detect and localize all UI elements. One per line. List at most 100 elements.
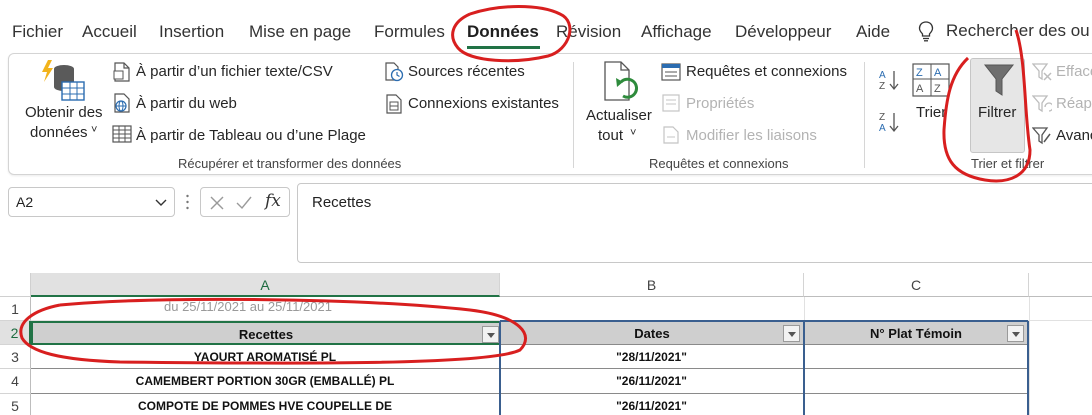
clear-filter-button[interactable]: Efface [1056, 63, 1092, 80]
refresh-all-label-2[interactable]: tout [598, 127, 623, 144]
advanced-filter-button[interactable]: Avanc [1056, 127, 1092, 144]
cell-date[interactable]: "26/11/2021" [500, 369, 804, 394]
table-range-icon [112, 125, 132, 143]
group-label-queries: Requêtes et connexions [649, 156, 789, 171]
row-header-1[interactable]: 1 [0, 297, 31, 321]
tab-developpeur[interactable]: Développeur [735, 22, 831, 42]
group-label-get-transform: Récupérer et transformer des données [178, 156, 402, 171]
header-dates[interactable]: Dates [500, 321, 804, 345]
formula-controls: fx [200, 187, 290, 217]
svg-text:Z: Z [934, 83, 941, 95]
row-header-3[interactable]: 3 [0, 345, 31, 369]
sort-a-to-z-icon[interactable]: A Z [878, 68, 900, 92]
tab-accueil[interactable]: Accueil [82, 22, 137, 42]
cell-recette[interactable]: YAOURT AROMATISÉ PL [31, 345, 500, 369]
properties-icon [662, 94, 680, 112]
column-header-c[interactable]: C [804, 273, 1029, 297]
table-border [499, 321, 501, 415]
column-header-a[interactable]: A [31, 273, 500, 297]
filter-dropdown-recettes[interactable] [482, 326, 499, 343]
clear-filter-icon [1032, 63, 1052, 81]
filter-dropdown-plat-temoin[interactable] [1007, 325, 1024, 342]
queries-connections-icon [661, 63, 681, 81]
sort-dialog-icon[interactable]: Z A A Z [912, 63, 950, 97]
reapply-button[interactable]: Réappl [1056, 95, 1092, 112]
svg-text:Z: Z [879, 81, 885, 92]
gridline [804, 297, 805, 321]
refresh-all-label-1[interactable]: Actualiser [586, 107, 652, 124]
table-border [1027, 321, 1029, 415]
name-box[interactable]: A2 [8, 187, 175, 217]
cell-plat[interactable] [804, 345, 1028, 369]
table-border [500, 320, 1028, 322]
queries-connections-button[interactable]: Requêtes et connexions [686, 63, 847, 80]
from-web-button[interactable]: À partir du web [136, 95, 237, 112]
header-plat-temoin[interactable]: N° Plat Témoin [804, 321, 1028, 345]
cell-date[interactable]: "26/11/2021" [500, 394, 804, 415]
insert-function-button[interactable]: fx [265, 191, 281, 211]
cell-plat[interactable] [804, 369, 1028, 394]
svg-text:A: A [916, 83, 924, 95]
name-box-value: A2 [16, 194, 34, 210]
header-recettes-label: Recettes [238, 327, 294, 342]
text-file-icon [113, 62, 130, 82]
select-all-corner[interactable] [0, 273, 31, 297]
search-box[interactable]: Rechercher des ou [918, 20, 1090, 42]
formula-input[interactable]: Recettes [297, 183, 1092, 263]
date-range-title[interactable]: du 25/11/2021 au 25/11/2021 [164, 299, 332, 314]
chevron-down-icon[interactable] [154, 195, 168, 209]
get-data-label-2[interactable]: données [30, 124, 88, 141]
svg-text:A: A [879, 123, 886, 134]
row-header-2[interactable]: 2 [0, 321, 31, 345]
svg-text:Z: Z [879, 112, 885, 123]
resize-handle-icon[interactable] [186, 194, 189, 210]
enter-check-icon[interactable] [235, 195, 253, 211]
table-border [803, 321, 805, 415]
tab-insertion[interactable]: Insertion [159, 22, 224, 42]
get-data-caret[interactable]: ˅ [91, 124, 97, 136]
active-tab-indicator [467, 46, 540, 49]
group-label-sort-filter: Trier et filtrer [971, 156, 1045, 171]
ribbon-tabs: Fichier Accueil Insertion Mise en page F… [0, 0, 1092, 50]
from-table-range-button[interactable]: À partir de Tableau ou d’une Plage [136, 127, 366, 144]
row-header-4[interactable]: 4 [0, 369, 31, 394]
cell-date[interactable]: "28/11/2021" [500, 345, 804, 369]
formula-value: Recettes [312, 194, 372, 211]
filter-label: Filtrer [978, 104, 1017, 121]
tab-affichage[interactable]: Affichage [641, 22, 712, 42]
column-header-b[interactable]: B [500, 273, 804, 297]
get-data-label-1[interactable]: Obtenir des [25, 104, 103, 121]
get-data-icon[interactable] [40, 58, 88, 102]
edit-links-icon [663, 126, 679, 144]
edit-links-button[interactable]: Modifier les liaisons [686, 127, 817, 144]
refresh-all-icon[interactable] [601, 60, 643, 106]
tab-fichier[interactable]: Fichier [12, 22, 63, 42]
sort-z-to-a-icon[interactable]: Z A [878, 110, 900, 134]
tab-formules[interactable]: Formules [374, 22, 445, 42]
from-text-csv-button[interactable]: À partir d’un fichier texte/CSV [136, 63, 333, 80]
filter-dropdown-dates[interactable] [783, 325, 800, 342]
ribbon-separator [864, 62, 865, 168]
cell-recette[interactable]: COMPOTE DE POMMES HVE COUPELLE DE [31, 394, 500, 415]
tab-aide[interactable]: Aide [856, 22, 890, 42]
existing-connections-button[interactable]: Connexions existantes [408, 95, 559, 112]
column-header-d[interactable] [1029, 273, 1092, 297]
row-header-5[interactable]: 5 [0, 394, 31, 415]
cell-recette[interactable]: CAMEMBERT PORTION 30GR (EMBALLÉ) PL [31, 369, 500, 394]
tab-donnees[interactable]: Données [467, 22, 539, 42]
svg-text:Z: Z [916, 67, 923, 79]
header-plat-temoin-label: N° Plat Témoin [870, 326, 962, 341]
header-recettes[interactable]: Recettes [31, 321, 501, 345]
properties-button[interactable]: Propriétés [686, 95, 754, 112]
cancel-icon[interactable] [209, 195, 225, 211]
sort-button[interactable]: Trier [916, 104, 946, 121]
recent-sources-icon [385, 62, 404, 82]
refresh-all-caret[interactable]: ˅ [630, 127, 636, 139]
tab-mise-en-page[interactable]: Mise en page [249, 22, 351, 42]
tab-revision[interactable]: Révision [556, 22, 621, 42]
filter-funnel-icon [983, 64, 1015, 96]
excel-window: Fichier Accueil Insertion Mise en page F… [0, 0, 1092, 415]
cell-plat[interactable] [804, 394, 1028, 415]
search-label: Rechercher des ou [946, 21, 1090, 40]
recent-sources-button[interactable]: Sources récentes [408, 63, 525, 80]
